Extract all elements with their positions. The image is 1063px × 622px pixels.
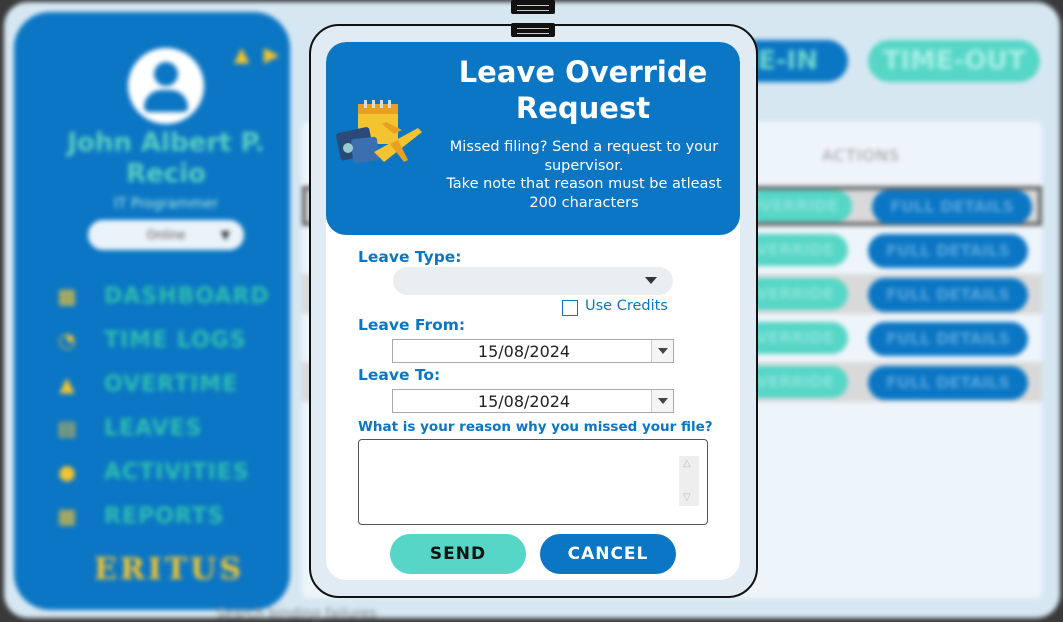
travel-illustration-icon — [335, 100, 422, 163]
leave-type-label: Leave Type: — [358, 248, 462, 266]
full-details-button[interactable]: FULL DETAILS — [872, 190, 1032, 224]
sidebar-item-label: ACTIVITIES — [104, 459, 250, 485]
leave-to-date-picker[interactable]: 15/08/2024 — [392, 389, 674, 413]
send-button[interactable]: SEND — [390, 534, 526, 574]
full-details-button[interactable]: FULL DETAILS — [868, 278, 1028, 312]
brand-logo: ERITUS — [94, 552, 244, 587]
sidebar-item-time-logs[interactable]: ◔ TIME LOGS — [52, 318, 292, 362]
modal-header: Leave Override Request Missed filing? Se… — [326, 42, 740, 235]
activities-icon: ● — [58, 460, 76, 484]
modal-subtitle: Missed filing? Send a request to your su… — [436, 138, 732, 212]
reason-textarea[interactable]: △ ▽ — [358, 439, 708, 525]
logout-icon[interactable]: ▶ — [264, 42, 279, 66]
scroll-down-icon[interactable]: ▽ — [683, 492, 691, 503]
chart-icon: ▩ — [57, 284, 77, 308]
sidebar-item-activities[interactable]: ● ACTIVITIES — [52, 450, 292, 494]
avatar — [128, 48, 204, 124]
sidebar-item-label: LEAVES — [104, 415, 203, 441]
reason-scrollbar[interactable]: △ ▽ — [679, 456, 699, 506]
sidebar-item-label: REPORTS — [104, 503, 225, 529]
leave-to-label: Leave To: — [358, 366, 441, 384]
leave-from-date-picker[interactable]: 15/08/2024 — [392, 339, 674, 363]
overtime-icon: ▲ — [59, 372, 75, 396]
calendar-dropdown-icon[interactable] — [651, 390, 673, 412]
time-out-button[interactable]: TIME-OUT — [868, 40, 1040, 82]
full-details-button[interactable]: FULL DETAILS — [868, 234, 1028, 268]
drag-handle-top[interactable] — [511, 0, 555, 14]
modal-subtitle-line: Take note that reason must be atleast 20… — [446, 176, 722, 211]
user-name: John Albert P. Recio — [67, 128, 265, 189]
sidebar: ▲ ▶ John Albert P. Recio IT Programmer O… — [14, 12, 290, 610]
leave-from-label: Leave From: — [358, 316, 466, 334]
full-details-button[interactable]: FULL DETAILS — [868, 322, 1028, 356]
leave-override-modal: Leave Override Request Missed filing? Se… — [326, 42, 740, 580]
reports-icon: ▦ — [57, 504, 77, 528]
cancel-button[interactable]: CANCEL — [540, 534, 676, 574]
actions-column-header: ACTIONS — [822, 146, 901, 165]
sidebar-nav: ▩ DASHBOARD ◔ TIME LOGS ▲ OVERTIME ▤ LEA… — [52, 274, 292, 538]
chevron-down-icon: ▼ — [220, 228, 230, 242]
user-role: IT Programmer — [113, 196, 219, 212]
bottom-status-text: Search binding failures — [216, 606, 377, 622]
leave-from-value: 15/08/2024 — [477, 342, 571, 361]
status-value: Online — [146, 228, 186, 242]
use-credits-label[interactable]: Use Credits — [585, 298, 668, 314]
chevron-down-icon — [645, 277, 657, 284]
drag-handle[interactable] — [511, 23, 555, 37]
sidebar-item-reports[interactable]: ▦ REPORTS — [52, 494, 292, 538]
sidebar-item-dashboard[interactable]: ▩ DASHBOARD — [52, 274, 292, 318]
avatar-head — [154, 62, 178, 86]
modal-title: Leave Override Request — [458, 55, 708, 125]
reason-label: What is your reason why you missed your … — [358, 419, 713, 435]
scroll-up-icon[interactable]: △ — [683, 458, 691, 469]
calendar-dropdown-icon[interactable] — [651, 340, 673, 362]
sidebar-item-overtime[interactable]: ▲ OVERTIME — [52, 362, 292, 406]
use-credits-checkbox[interactable] — [562, 300, 578, 316]
sidebar-item-label: TIME LOGS — [104, 327, 247, 353]
sidebar-top-icons: ▲ ▶ — [234, 42, 287, 66]
clock-icon: ◔ — [58, 328, 76, 352]
avatar-body — [144, 90, 188, 112]
modal-subtitle-line: Missed filing? Send a request to your su… — [449, 139, 719, 174]
leave-to-value: 15/08/2024 — [477, 392, 571, 411]
status-select[interactable]: Online ▼ — [88, 220, 244, 250]
override-button[interactable]: OVERRIDE — [746, 190, 852, 222]
leave-type-select[interactable] — [393, 267, 673, 295]
sidebar-item-label: OVERTIME — [104, 371, 239, 397]
bell-icon[interactable]: ▲ — [234, 42, 249, 66]
brand-text: ERITUS — [94, 552, 244, 587]
sidebar-item-leaves[interactable]: ▤ LEAVES — [52, 406, 292, 450]
sidebar-item-label: DASHBOARD — [104, 283, 270, 309]
leave-icon: ▤ — [57, 416, 77, 440]
full-details-button[interactable]: FULL DETAILS — [868, 366, 1028, 400]
